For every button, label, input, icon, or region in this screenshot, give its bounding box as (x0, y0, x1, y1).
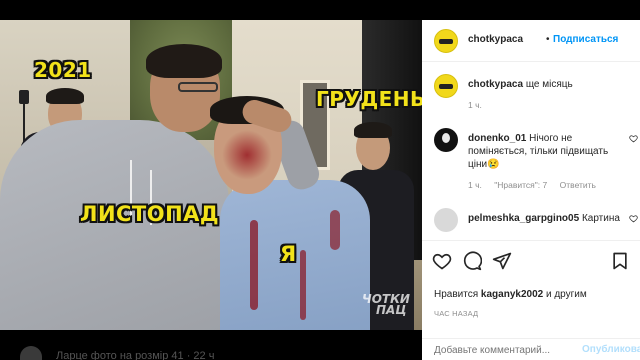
like-heart-icon[interactable] (432, 251, 452, 271)
watermark: ЧОТКИ ПАЦ (362, 293, 410, 317)
comment-reply-button[interactable]: Ответить (560, 180, 596, 190)
comments-list[interactable]: chotkypaca ще місяць 1 ч. donenko_01 Ніч… (422, 62, 640, 240)
meme-label-november: ЛИСТОПАД (80, 202, 220, 226)
watermark-line2: ПАЦ (376, 303, 407, 317)
add-comment-bar: Опубликовать (422, 338, 640, 360)
comment-text: Картина (581, 213, 620, 224)
meme-label-year: 2021 (34, 58, 92, 82)
comment-avatar[interactable] (434, 128, 458, 152)
author-username[interactable]: chotkypaca (468, 34, 523, 45)
publish-button[interactable]: Опубликовать (582, 344, 640, 355)
comment-avatar[interactable] (434, 208, 458, 232)
meme-label-me: Я (280, 242, 297, 266)
comment-like-icon[interactable] (629, 134, 638, 143)
comment-time[interactable]: 1 ч. (468, 180, 482, 190)
likes-summary: Нравится kaganyk2002 и другим (434, 289, 587, 300)
separator-dot: • (546, 34, 550, 45)
comment-likes-count[interactable]: "Нравится": 7 (494, 180, 547, 190)
comment-like-icon[interactable] (629, 214, 638, 223)
caption-author[interactable]: chotkypaca (468, 79, 523, 90)
feed-text: Ларце фото на розмір 41 · 22 ч (56, 350, 215, 360)
comment-author[interactable]: pelmeshka_garpgino05 (468, 213, 579, 224)
comment-text-wrap: donenko_01 Нічого не поміняється, тільки… (468, 132, 626, 171)
backdrop-top (0, 0, 640, 20)
post-header: chotkypaca • Подписаться (422, 20, 640, 62)
comment-meta: 1 ч. "Нравится": 7 Ответить (468, 180, 606, 190)
post-image[interactable]: 2021 ГРУДЕНЬ ЛИСТОПАД Я ЧОТКИ ПАЦ (0, 20, 422, 330)
post-time[interactable]: ЧАС НАЗАД (434, 309, 478, 318)
likes-user[interactable]: kaganyk2002 (481, 289, 543, 300)
post-panel: chotkypaca • Подписаться chotkypaca ще м… (422, 20, 640, 360)
likes-prefix: Нравится (434, 289, 479, 300)
caption-avatar[interactable] (434, 74, 458, 98)
post-actions: Нравится kaganyk2002 и другим ЧАС НАЗАД (422, 240, 640, 338)
comment-author[interactable]: donenko_01 (468, 133, 526, 144)
caption-text-wrap: chotkypaca ще місяць (468, 78, 626, 91)
share-send-icon[interactable] (492, 251, 512, 271)
caption-meta: 1 ч. (468, 100, 492, 110)
comment-input[interactable] (434, 343, 574, 357)
author-avatar[interactable] (434, 29, 458, 53)
follow-button[interactable]: Подписаться (553, 34, 618, 45)
comment-bubble-icon[interactable] (462, 251, 482, 271)
feed-avatar (20, 346, 42, 360)
caption-text: ще місяць (525, 79, 573, 90)
caption-time[interactable]: 1 ч. (468, 100, 482, 110)
background-feed: Ларце фото на розмір 41 · 22 ч (0, 330, 422, 360)
meme-label-december: ГРУДЕНЬ (316, 87, 422, 111)
comment-text-wrap: pelmeshka_garpgino05 Картина (468, 212, 626, 225)
bookmark-icon[interactable] (610, 251, 630, 271)
likes-suffix[interactable]: и другим (546, 289, 587, 300)
